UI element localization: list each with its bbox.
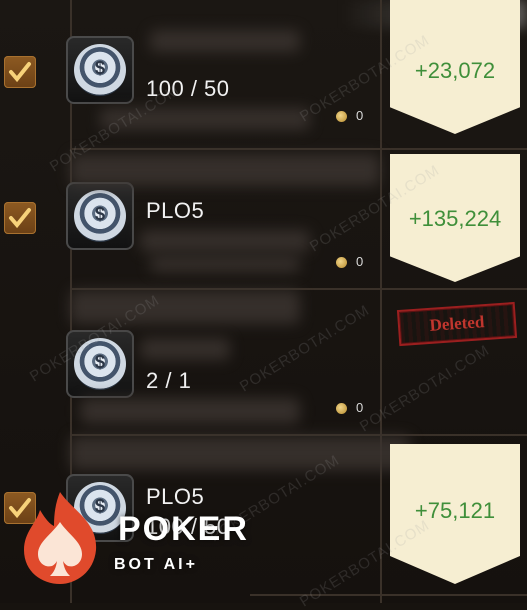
- redacted-text: [150, 256, 300, 272]
- logo-wordmark: POKER: [118, 510, 249, 548]
- checkmark-icon: [9, 62, 31, 83]
- poker-chip-icon: $: [74, 190, 126, 242]
- list-item[interactable]: $ PLO5 0 +135,224: [0, 150, 527, 290]
- game-avatar: $: [66, 36, 134, 104]
- pokerbot-logo: POKER BOT AI+: [10, 488, 250, 588]
- redacted-text: [70, 436, 410, 470]
- coin-count: 0: [356, 254, 364, 269]
- redacted-text: [100, 108, 310, 130]
- result-amount: +135,224: [408, 206, 502, 231]
- redacted-text: [150, 30, 300, 52]
- result-badge: +23,072: [390, 0, 520, 134]
- coin-count: 0: [356, 400, 364, 415]
- row-checkbox[interactable]: [4, 202, 36, 234]
- result-badge: +135,224: [390, 154, 520, 282]
- coin-icon: [336, 111, 347, 122]
- result-badge: +75,121: [390, 444, 520, 584]
- poker-chip-icon: $: [74, 44, 126, 96]
- row-checkbox[interactable]: [4, 56, 36, 88]
- redacted-text: [70, 290, 300, 324]
- redacted-text: [80, 398, 300, 424]
- stakes-label: 100 / 50: [146, 76, 230, 101]
- redacted-text: [140, 230, 310, 252]
- redacted-text: [70, 154, 380, 186]
- checkmark-icon: [9, 208, 31, 229]
- game-avatar: $: [66, 182, 134, 250]
- logo-subtitle: BOT AI+: [114, 556, 198, 573]
- flame-spade-icon: [24, 492, 97, 584]
- coin-icon: [336, 403, 347, 414]
- game-avatar: $: [66, 330, 134, 398]
- coin-icon: [336, 257, 347, 268]
- result-amount: +23,072: [414, 58, 496, 83]
- row-divider: [250, 594, 527, 596]
- game-name: PLO5: [146, 198, 205, 223]
- result-amount: +75,121: [414, 498, 496, 523]
- hand-history-list: $ 100 / 50 0 +23,072 $ PLO5 0 +135,224 $…: [0, 0, 527, 610]
- poker-chip-icon: $: [74, 338, 126, 390]
- stakes-label: 2 / 1: [146, 368, 192, 393]
- redacted-text: [140, 338, 230, 360]
- list-item[interactable]: $ 100 / 50 0 +23,072: [0, 0, 527, 150]
- coin-count: 0: [356, 108, 364, 123]
